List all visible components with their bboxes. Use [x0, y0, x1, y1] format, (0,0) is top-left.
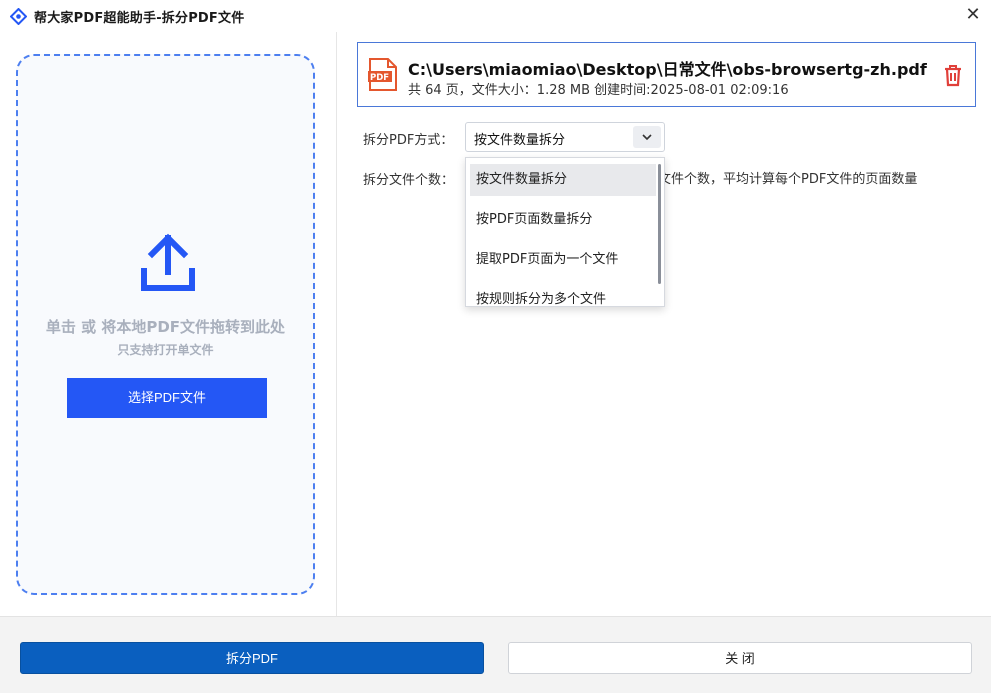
dropzone-main-text: 单击 或 将本地PDF文件拖转到此处	[45, 318, 286, 336]
trash-icon[interactable]	[942, 63, 964, 87]
app-diamond-icon	[10, 8, 27, 25]
dropdown-item-extract-pages[interactable]: 提取PDF页面为一个文件	[470, 244, 656, 276]
split-count-label: 拆分文件个数：	[363, 173, 455, 188]
window-title: 帮大家PDF超能助手-拆分PDF文件	[34, 11, 245, 26]
left-panel: 单击 或 将本地PDF文件拖转到此处 只支持打开单文件 选择PDF文件	[0, 32, 337, 616]
dropdown-item-by-file-count[interactable]: 按文件数量拆分	[470, 164, 656, 196]
close-window-icon[interactable]: ✕	[962, 4, 984, 26]
chevron-down-icon[interactable]	[633, 126, 661, 148]
split-method-value: 按文件数量拆分	[474, 133, 566, 148]
file-dropzone[interactable]: 单击 或 将本地PDF文件拖转到此处 只支持打开单文件 选择PDF文件	[16, 54, 315, 595]
file-meta: 共 64 页，文件大小：1.28 MB 创建时间:2025-08-01 02:0…	[408, 83, 789, 98]
split-method-label: 拆分PDF方式：	[363, 133, 454, 148]
footer-bar: 拆分PDF 关 闭	[0, 616, 991, 693]
file-path: C:\Users\miaomiao\Desktop\日常文件\obs-brows…	[408, 60, 927, 79]
split-description: 文件个数，平均计算每个PDF文件的页面数量	[658, 172, 918, 187]
dropdown-item-by-page-count[interactable]: 按PDF页面数量拆分	[470, 204, 656, 236]
select-pdf-button[interactable]: 选择PDF文件	[67, 378, 267, 418]
pdf-badge-text: PDF	[370, 73, 389, 83]
close-button[interactable]: 关 闭	[508, 642, 972, 674]
dropdown-item-by-rule[interactable]: 按规则拆分为多个文件	[470, 284, 656, 306]
title-bar: 帮大家PDF超能助手-拆分PDF文件 ✕	[0, 0, 991, 32]
dropzone-sub-text: 只支持打开单文件	[117, 343, 214, 357]
upload-icon	[141, 233, 195, 291]
split-method-select[interactable]: 按文件数量拆分	[465, 122, 665, 152]
dropdown-scrollbar[interactable]	[658, 164, 661, 284]
pdf-file-icon: PDF	[368, 58, 397, 91]
right-panel: PDF C:\Users\miaomiao\Desktop\日常文件\obs-b…	[338, 32, 991, 616]
split-method-dropdown: 按文件数量拆分 按PDF页面数量拆分 提取PDF页面为一个文件 按规则拆分为多个…	[465, 157, 665, 307]
split-pdf-button[interactable]: 拆分PDF	[20, 642, 484, 674]
file-card: PDF C:\Users\miaomiao\Desktop\日常文件\obs-b…	[357, 42, 976, 107]
